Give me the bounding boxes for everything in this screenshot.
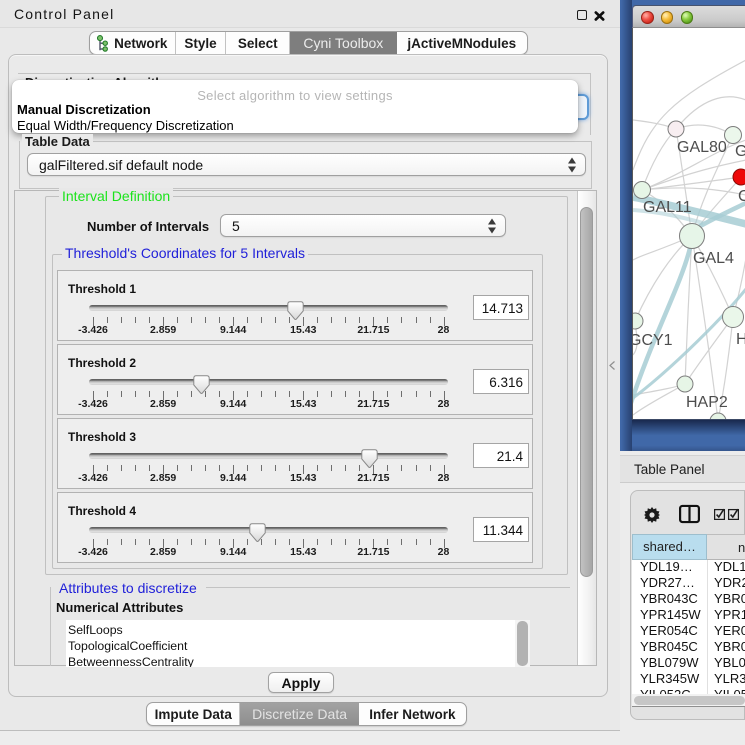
svg-text:C: C — [738, 188, 745, 205]
svg-text:GCY1: GCY1 — [633, 332, 673, 349]
svg-text:GAL11: GAL11 — [643, 199, 692, 216]
svg-text:GAL6: GAL6 — [735, 143, 745, 160]
svg-text:GAL80: GAL80 — [677, 139, 727, 156]
svg-text:HXT: HXT — [736, 331, 745, 348]
svg-text:HAP2: HAP2 — [686, 394, 728, 411]
svg-text:GAL4: GAL4 — [693, 250, 734, 267]
